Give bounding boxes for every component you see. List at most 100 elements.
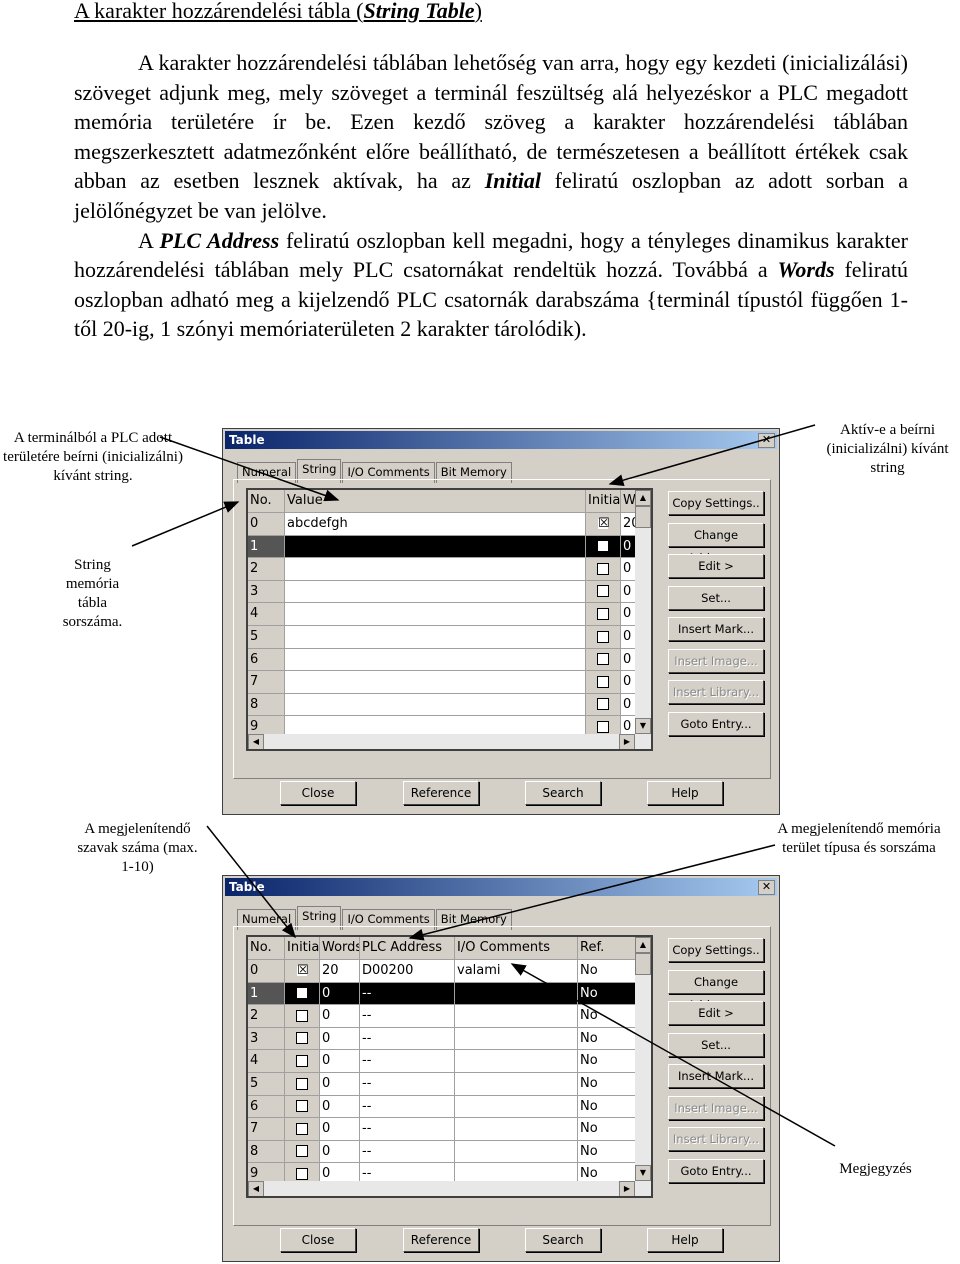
- cell-no[interactable]: 4: [248, 1050, 285, 1073]
- table-row[interactable]: 4 0 -- No: [248, 1050, 639, 1073]
- side-button-set[interactable]: Set...: [668, 1032, 764, 1057]
- reference-button[interactable]: Reference: [403, 1228, 479, 1252]
- cell-words[interactable]: 0: [320, 1073, 360, 1096]
- scroll-right-icon[interactable]: ▶: [619, 734, 635, 749]
- initial-checkbox[interactable]: [597, 720, 609, 733]
- table-row[interactable]: 7 0 -- No: [248, 1118, 639, 1141]
- cell-initial[interactable]: [285, 1027, 320, 1051]
- cell-words[interactable]: 20: [320, 960, 360, 983]
- initial-checkbox[interactable]: [597, 698, 609, 711]
- close-icon[interactable]: ✕: [758, 433, 775, 448]
- cell-initial[interactable]: [586, 648, 621, 672]
- cell-no[interactable]: 3: [248, 1027, 285, 1051]
- side-button-insert-mark[interactable]: Insert Mark...: [668, 617, 764, 641]
- initial-checkbox[interactable]: [597, 607, 609, 620]
- cell-no[interactable]: 2: [248, 558, 285, 581]
- side-button-edit[interactable]: Edit >: [668, 1001, 764, 1025]
- cell-io[interactable]: [455, 1073, 578, 1096]
- table-row[interactable]: 10: [248, 535, 639, 559]
- reference-button[interactable]: Reference: [403, 781, 479, 805]
- cell-initial[interactable]: ☒: [586, 513, 621, 536]
- search-button[interactable]: Search: [525, 781, 601, 805]
- cell-value[interactable]: [285, 693, 586, 717]
- initial-checkbox[interactable]: [296, 1054, 308, 1067]
- cell-value[interactable]: abcdefgh: [285, 513, 586, 536]
- side-button-goto-entry[interactable]: Goto Entry...: [668, 1158, 764, 1183]
- horizontal-scrollbar[interactable]: ◀ ▶: [248, 1181, 651, 1196]
- cell-initial[interactable]: [586, 671, 621, 694]
- scroll-down-icon[interactable]: ▼: [635, 1165, 651, 1181]
- cell-initial[interactable]: ☒: [285, 960, 320, 983]
- scroll-up-icon[interactable]: ▲: [635, 937, 651, 953]
- cell-io[interactable]: [455, 1118, 578, 1141]
- scroll-thumb[interactable]: [635, 953, 651, 975]
- cell-no[interactable]: 7: [248, 1118, 285, 1141]
- cell-no[interactable]: 3: [248, 580, 285, 604]
- cell-initial[interactable]: [586, 626, 621, 649]
- cell-no[interactable]: 1: [248, 982, 285, 1006]
- initial-checkbox[interactable]: [296, 1077, 308, 1090]
- cell-io[interactable]: [455, 1005, 578, 1028]
- cell-plc[interactable]: --: [360, 1005, 455, 1028]
- table-row[interactable]: 3 0 -- No: [248, 1027, 639, 1051]
- initial-checkbox[interactable]: [296, 1122, 308, 1135]
- cell-words[interactable]: 0: [320, 1095, 360, 1119]
- vertical-scrollbar[interactable]: ▲ ▼: [635, 937, 651, 1181]
- table-row[interactable]: 6 0 -- No: [248, 1095, 639, 1119]
- cell-initial[interactable]: [586, 580, 621, 604]
- cell-ref[interactable]: No: [578, 1095, 639, 1119]
- initial-checkbox[interactable]: [597, 653, 609, 666]
- cell-initial[interactable]: [285, 1073, 320, 1096]
- table-row[interactable]: 60: [248, 648, 639, 672]
- initial-checkbox[interactable]: ☒: [297, 964, 309, 977]
- cell-plc[interactable]: --: [360, 1140, 455, 1164]
- initial-checkbox[interactable]: [296, 1032, 308, 1045]
- cell-plc[interactable]: --: [360, 1050, 455, 1073]
- table-row[interactable]: 0 abcdefgh ☒ 20: [248, 513, 639, 536]
- cell-initial[interactable]: [285, 1050, 320, 1073]
- help-button[interactable]: Help: [647, 1228, 723, 1252]
- cell-plc[interactable]: --: [360, 1118, 455, 1141]
- side-button-copy-settings[interactable]: Copy Settings..: [668, 938, 764, 962]
- table-row[interactable]: 5 0 -- No: [248, 1073, 639, 1096]
- cell-no[interactable]: 6: [248, 648, 285, 672]
- cell-words[interactable]: 0: [320, 1005, 360, 1028]
- table-row[interactable]: 8 0 -- No: [248, 1140, 639, 1164]
- cell-ref[interactable]: No: [578, 982, 639, 1006]
- cell-no[interactable]: 0: [248, 513, 285, 536]
- initial-checkbox[interactable]: [597, 585, 609, 598]
- initial-checkbox[interactable]: ☒: [598, 517, 610, 530]
- initial-checkbox[interactable]: [296, 1100, 308, 1113]
- table-row[interactable]: 50: [248, 626, 639, 649]
- table-row[interactable]: 40: [248, 603, 639, 626]
- vertical-scrollbar[interactable]: ▲ ▼: [635, 490, 651, 734]
- cell-value[interactable]: [285, 558, 586, 581]
- cell-no[interactable]: 7: [248, 671, 285, 694]
- cell-initial[interactable]: [586, 603, 621, 626]
- cell-words[interactable]: 0: [320, 982, 360, 1006]
- cell-io[interactable]: [455, 982, 578, 1006]
- close-button[interactable]: Close: [280, 1228, 356, 1252]
- cell-initial[interactable]: [586, 558, 621, 581]
- side-button-edit[interactable]: Edit >: [668, 554, 764, 578]
- cell-ref[interactable]: No: [578, 1140, 639, 1164]
- cell-words[interactable]: 0: [320, 1050, 360, 1073]
- cell-value[interactable]: [285, 671, 586, 694]
- cell-no[interactable]: 0: [248, 960, 285, 983]
- close-button[interactable]: Close: [280, 781, 356, 805]
- cell-ref[interactable]: No: [578, 1050, 639, 1073]
- cell-value[interactable]: [285, 626, 586, 649]
- initial-checkbox[interactable]: [597, 675, 609, 688]
- cell-no[interactable]: 8: [248, 1140, 285, 1164]
- cell-io[interactable]: valami: [455, 960, 578, 983]
- cell-ref[interactable]: No: [578, 1005, 639, 1028]
- initial-checkbox[interactable]: [296, 987, 308, 1000]
- cell-initial[interactable]: [285, 982, 320, 1006]
- table-row[interactable]: 0 ☒ 20 D00200 valami No: [248, 960, 639, 983]
- cell-initial[interactable]: [285, 1118, 320, 1141]
- cell-value[interactable]: [285, 603, 586, 626]
- cell-io[interactable]: [455, 1140, 578, 1164]
- cell-plc[interactable]: --: [360, 982, 455, 1006]
- cell-io[interactable]: [455, 1095, 578, 1119]
- scroll-thumb[interactable]: [635, 506, 651, 528]
